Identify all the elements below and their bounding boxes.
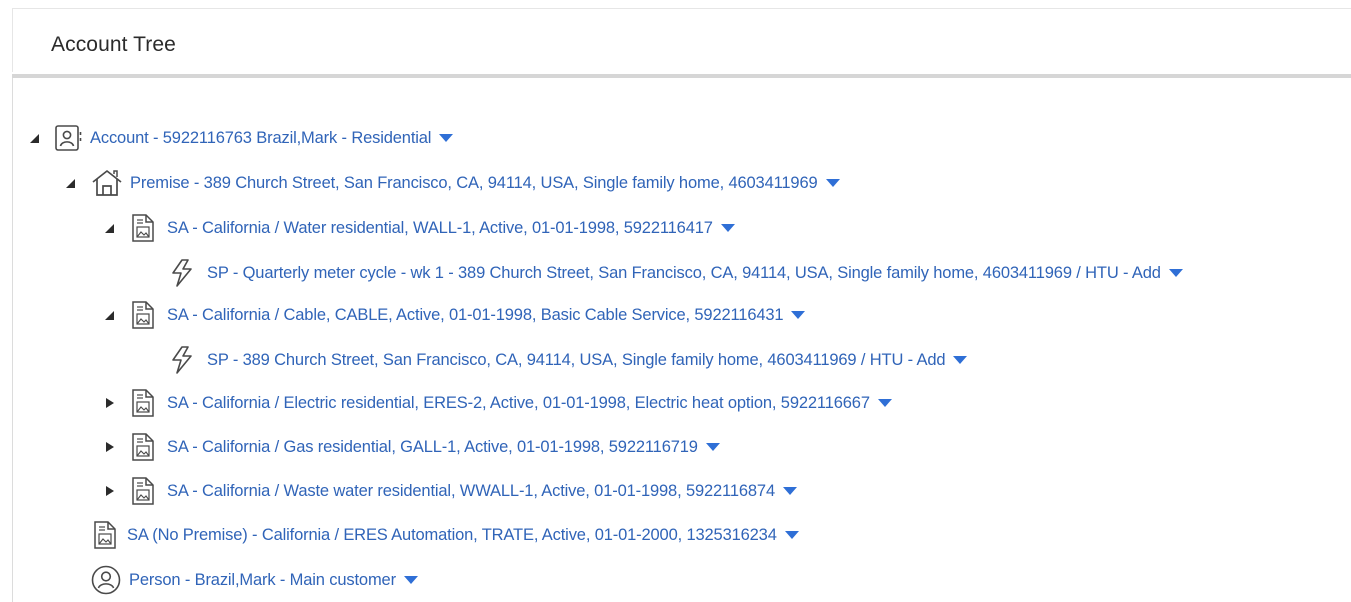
tree-node-sa-waste-label[interactable]: SA - California / Waste water residentia… <box>167 482 775 501</box>
collapsed-triangle-icon[interactable] <box>103 396 115 410</box>
chevron-down-icon[interactable] <box>952 355 968 365</box>
tree-node-sa-cable: SA - California / Cable, CABLE, Active, … <box>103 301 806 329</box>
collapsed-triangle-icon[interactable] <box>103 440 115 454</box>
tree-node-person-label[interactable]: Person - Brazil,Mark - Main customer <box>129 571 396 590</box>
chevron-down-icon[interactable] <box>782 486 798 496</box>
lightning-icon <box>169 345 195 375</box>
tree-node-sa-gas-label[interactable]: SA - California / Gas residential, GALL-… <box>167 438 698 457</box>
tree-node-person: Person - Brazil,Mark - Main customer <box>90 564 419 596</box>
tree-node-sa-water: SA - California / Water residential, WAL… <box>103 214 736 242</box>
tree-node-premise: Premise - 389 Church Street, San Francis… <box>64 169 841 197</box>
document-icon <box>129 300 157 330</box>
tree-node-sa-no-premise: SA (No Premise) - California / ERES Auto… <box>91 521 800 549</box>
expanded-triangle-icon[interactable] <box>28 131 40 145</box>
account-tree: Account - 5922116763 Brazil,Mark - Resid… <box>0 0 1351 602</box>
chevron-down-icon[interactable] <box>403 575 419 585</box>
chevron-down-icon[interactable] <box>877 398 893 408</box>
chevron-down-icon[interactable] <box>1168 268 1184 278</box>
document-icon <box>91 520 119 550</box>
document-icon <box>129 432 157 462</box>
tree-node-account-label[interactable]: Account - 5922116763 Brazil,Mark - Resid… <box>90 129 431 148</box>
tree-node-sp-water-label[interactable]: SP - Quarterly meter cycle - wk 1 - 389 … <box>207 264 1161 283</box>
chevron-down-icon[interactable] <box>790 310 806 320</box>
document-icon <box>129 213 157 243</box>
tree-node-sa-gas: SA - California / Gas residential, GALL-… <box>103 433 721 461</box>
chevron-down-icon[interactable] <box>825 178 841 188</box>
expanded-triangle-icon[interactable] <box>103 221 115 235</box>
tree-node-sp-cable-label[interactable]: SP - 389 Church Street, San Francisco, C… <box>207 351 946 370</box>
document-icon <box>129 388 157 418</box>
collapsed-triangle-icon[interactable] <box>103 484 115 498</box>
tree-node-sp-cable: SP - 389 Church Street, San Francisco, C… <box>143 346 968 374</box>
tree-node-sa-water-label[interactable]: SA - California / Water residential, WAL… <box>167 219 713 238</box>
tree-node-sp-water: SP - Quarterly meter cycle - wk 1 - 389 … <box>143 259 1184 287</box>
tree-node-sa-electric: SA - California / Electric residential, … <box>103 389 893 417</box>
account-card-icon <box>54 123 84 153</box>
chevron-down-icon[interactable] <box>720 223 736 233</box>
tree-node-sa-no-premise-label[interactable]: SA (No Premise) - California / ERES Auto… <box>127 526 777 545</box>
tree-node-account: Account - 5922116763 Brazil,Mark - Resid… <box>28 124 454 152</box>
expanded-triangle-icon[interactable] <box>103 308 115 322</box>
expanded-triangle-icon[interactable] <box>64 176 76 190</box>
tree-node-sa-electric-label[interactable]: SA - California / Electric residential, … <box>167 394 870 413</box>
tree-node-sa-cable-label[interactable]: SA - California / Cable, CABLE, Active, … <box>167 306 784 325</box>
chevron-down-icon[interactable] <box>705 442 721 452</box>
person-circle-icon <box>90 564 122 596</box>
chevron-down-icon[interactable] <box>438 133 454 143</box>
house-icon <box>90 168 124 198</box>
tree-node-sa-waste: SA - California / Waste water residentia… <box>103 477 798 505</box>
document-icon <box>129 476 157 506</box>
chevron-down-icon[interactable] <box>784 530 800 540</box>
tree-node-premise-label[interactable]: Premise - 389 Church Street, San Francis… <box>130 174 818 193</box>
lightning-icon <box>169 258 195 288</box>
